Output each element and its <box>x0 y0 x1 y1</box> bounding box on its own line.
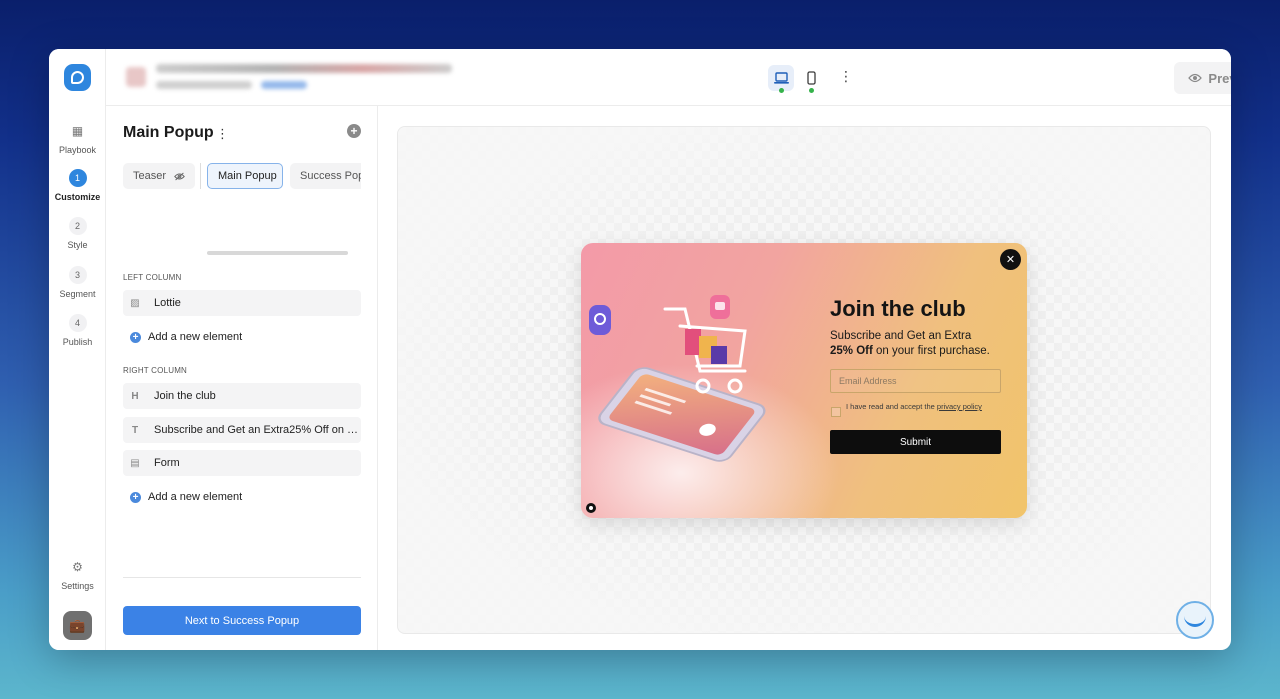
lottie-icon: ▨ <box>130 297 140 309</box>
plus-circle-icon: + <box>130 331 141 343</box>
plus-circle-icon: + <box>130 491 141 503</box>
element-label: Form <box>154 457 180 469</box>
element-row-lottie[interactable]: ▨ Lottie <box>123 290 361 316</box>
tab-success-popup[interactable]: Success Popup <box>290 163 361 189</box>
add-element-label: Add a new element <box>148 331 243 343</box>
rail-label: Segment <box>59 289 96 299</box>
preview-button[interactable]: Preview <box>1174 62 1231 94</box>
step-number-icon: 4 <box>68 314 87 332</box>
shopping-illustration <box>589 295 766 462</box>
desktop-status-dot <box>779 88 784 93</box>
add-element-right-button[interactable]: + Add a new element <box>130 491 242 503</box>
text-icon: T <box>131 424 139 436</box>
rail-item-customize[interactable]: 1 Customize <box>49 169 106 202</box>
tab-divider <box>200 163 201 189</box>
rail-item-segment[interactable]: 3 Segment <box>49 266 106 299</box>
popup-preview[interactable]: ✕ Join the club Subscribe and Get an Ext… <box>581 243 1027 518</box>
discount-text: 25% Off <box>830 345 873 357</box>
left-rail: ▦ Playbook 1 Customize 2 Style 3 Segment… <box>49 49 106 650</box>
site-favicon <box>126 67 146 87</box>
element-row-form[interactable]: ▤ Form <box>123 450 361 476</box>
tab-label: Main Popup <box>218 170 277 182</box>
rail-item-playbook[interactable]: ▦ Playbook <box>49 122 106 155</box>
phone-icon <box>806 71 816 85</box>
element-row-heading[interactable]: H Join the club <box>123 383 361 409</box>
subtitle-rest: on your first purchase. <box>872 345 990 357</box>
chat-widget-button[interactable] <box>1176 601 1214 639</box>
site-link-blurred[interactable] <box>261 81 307 89</box>
rail-label: Settings <box>61 581 94 591</box>
element-label: Lottie <box>154 297 181 309</box>
email-field[interactable]: Email Address <box>830 369 1001 393</box>
laptop-icon <box>773 71 789 84</box>
rail-label: Style <box>67 240 88 250</box>
consent-checkbox[interactable] <box>831 407 841 417</box>
step-number-icon: 2 <box>68 217 87 235</box>
more-options-icon[interactable]: ⋮ <box>839 69 853 83</box>
mobile-status-dot <box>809 88 814 93</box>
email-placeholder: Email Address <box>839 376 897 386</box>
consent-text: I have read and accept the privacy polic… <box>846 402 982 411</box>
element-label: Join the club <box>154 390 216 402</box>
site-meta-blurred <box>156 81 252 89</box>
tab-teaser[interactable]: Teaser <box>123 163 195 189</box>
editor-window: ▦ Playbook 1 Customize 2 Style 3 Segment… <box>49 49 1231 650</box>
smile-icon <box>1184 616 1206 627</box>
right-column-label: RIGHT COLUMN <box>123 366 188 375</box>
popup-subtitle-line1: Subscribe and Get an Extra <box>830 330 972 342</box>
element-label: Subscribe and Get an Extra25% Off on you… <box>154 424 361 436</box>
tabs-scrollbar[interactable] <box>207 251 348 255</box>
logo-icon <box>71 71 84 84</box>
tab-main-popup[interactable]: Main Popup <box>207 163 283 189</box>
rail-label: Publish <box>62 337 93 347</box>
popup-tabs: Teaser Main Popup Success Popup <box>123 163 361 189</box>
rail-label: Customize <box>54 192 101 202</box>
eye-icon <box>1188 73 1203 83</box>
brand-badge-icon <box>586 503 596 513</box>
popup-heading: Join the club <box>830 296 966 321</box>
left-column-label: LEFT COLUMN <box>123 273 182 282</box>
tab-label: Teaser <box>133 170 167 182</box>
rail-item-publish[interactable]: 4 Publish <box>49 314 106 347</box>
briefcase-icon: 💼 <box>69 617 86 633</box>
app-logo[interactable] <box>64 64 91 91</box>
top-bar: ⋮ Preview <box>106 49 1231 106</box>
step-number-icon: 1 <box>68 169 87 187</box>
step-number-icon: 3 <box>68 266 87 284</box>
submit-button[interactable]: Submit <box>830 430 1001 454</box>
close-icon[interactable]: ✕ <box>1000 249 1021 270</box>
editor-panel: Main Popup ⋮ + Teaser Main Popup Success… <box>106 106 378 650</box>
panel-title: Main Popup <box>123 124 214 141</box>
element-row-text[interactable]: T Subscribe and Get an Extra25% Off on y… <box>123 417 361 443</box>
briefcase-button[interactable]: 💼 <box>63 611 92 640</box>
grid-icon: ▦ <box>71 124 84 138</box>
add-element-left-button[interactable]: + Add a new element <box>130 331 242 343</box>
privacy-policy-link[interactable]: privacy policy <box>937 402 982 411</box>
rail-label: Playbook <box>58 145 97 155</box>
form-icon: ▤ <box>130 457 140 469</box>
panel-divider <box>123 577 361 578</box>
gear-icon: ⚙ <box>72 560 83 574</box>
panel-options-icon[interactable]: ⋮ <box>216 126 229 142</box>
popup-subtitle-line2: 25% Off on your first purchase. <box>830 345 990 357</box>
add-element-label: Add a new element <box>148 491 243 503</box>
preview-label: Preview <box>1208 70 1231 86</box>
rail-item-style[interactable]: 2 Style <box>49 217 106 250</box>
add-popup-icon[interactable]: + <box>347 124 361 138</box>
next-to-success-button[interactable]: Next to Success Popup <box>123 606 361 635</box>
rail-item-settings[interactable]: ⚙ Settings <box>49 558 106 591</box>
site-url-blurred <box>156 64 452 73</box>
eye-off-icon[interactable] <box>174 171 185 182</box>
tab-label: Success Popup <box>300 170 361 182</box>
heading-icon: H <box>131 390 139 402</box>
